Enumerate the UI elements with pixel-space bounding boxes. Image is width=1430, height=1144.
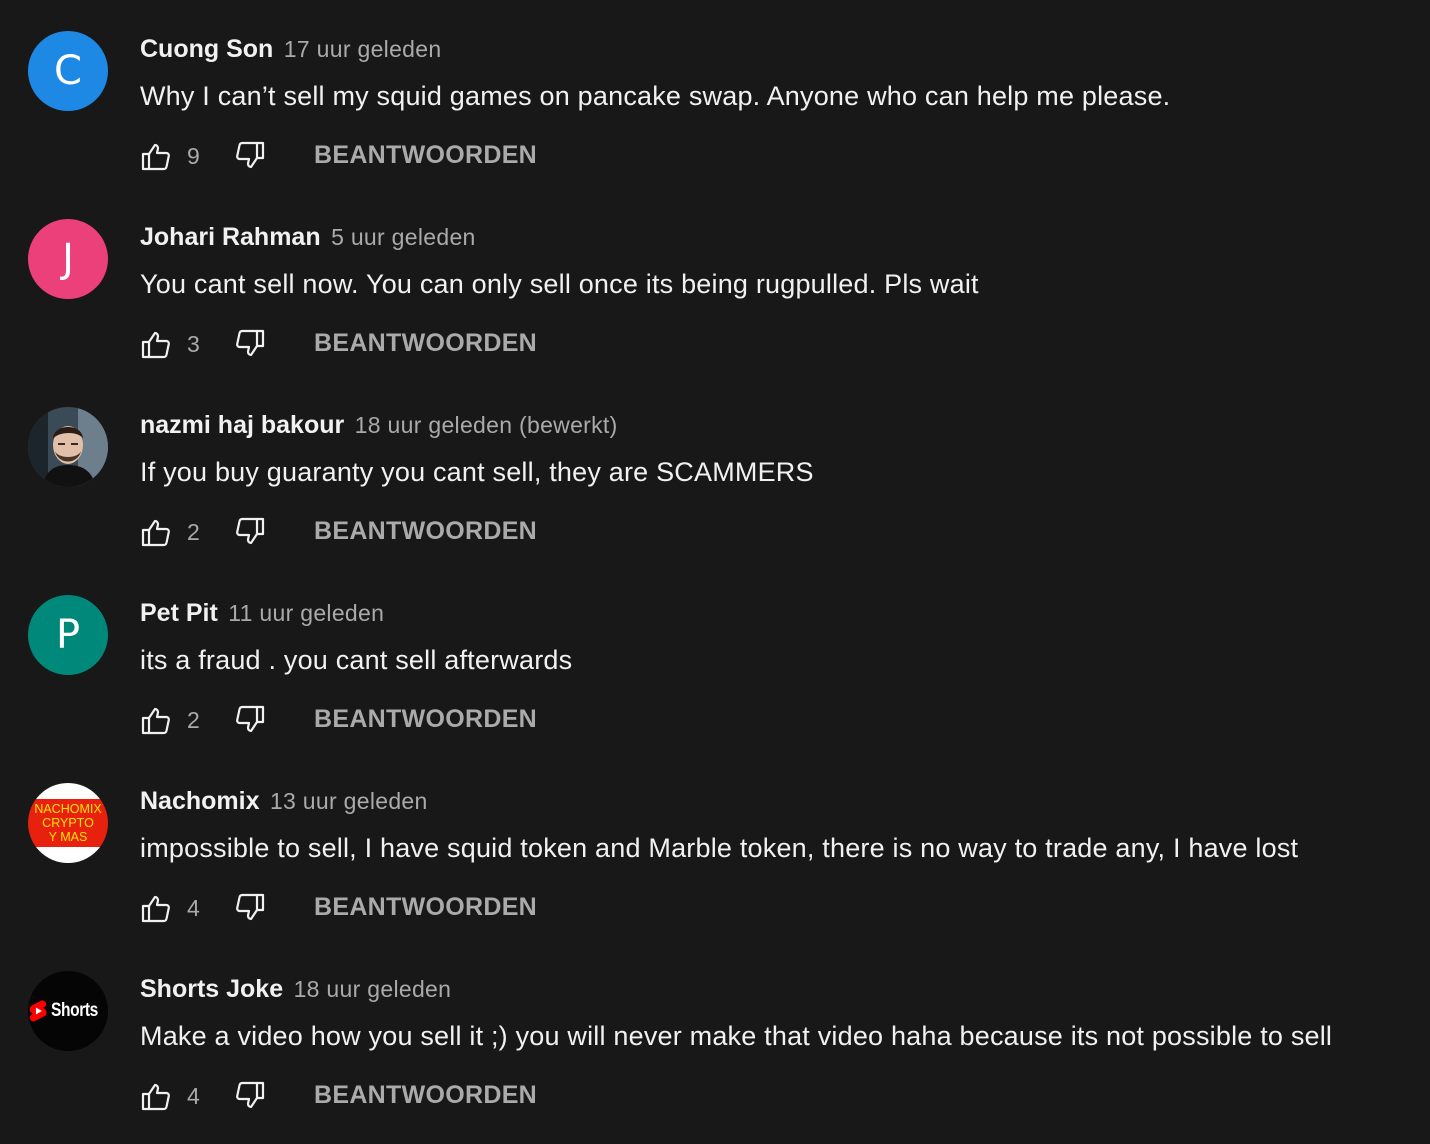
dislike-icon[interactable] <box>234 328 266 360</box>
comment-time[interactable]: 17 uur geleden <box>284 36 442 62</box>
dislike-icon[interactable] <box>234 140 266 172</box>
like-count: 2 <box>187 707 200 733</box>
author-name[interactable]: Shorts Joke <box>140 975 283 1003</box>
reply-button[interactable]: BEANTWOORDEN <box>314 515 537 547</box>
comments-list: C Cuong Son 17 uur geleden Why I can’t s… <box>0 0 1430 1144</box>
comment-text: its a fraud . you cant sell afterwards <box>140 645 573 675</box>
comment-time[interactable]: 11 uur geleden <box>228 600 384 626</box>
avatar-logo-line: CRYPTO <box>42 816 94 830</box>
dislike-icon[interactable] <box>234 516 266 548</box>
like-count: 4 <box>187 1083 200 1109</box>
comment-actions: 9 BEANTWOORDEN <box>140 136 560 176</box>
author-name[interactable]: Johari Rahman <box>140 223 321 251</box>
comment-text: Why I can’t sell my squid games on panca… <box>140 81 1171 111</box>
shorts-label: Shorts <box>50 1000 98 1021</box>
reply-button[interactable]: BEANTWOORDEN <box>314 139 537 171</box>
comment-text: impossible to sell, I have squid token a… <box>140 833 1299 863</box>
like-icon[interactable] <box>140 328 172 360</box>
author-name[interactable]: Cuong Son <box>140 35 273 63</box>
reply-button[interactable]: BEANTWOORDEN <box>314 1079 537 1111</box>
comment-actions: 3 BEANTWOORDEN <box>140 324 560 364</box>
dislike-icon[interactable] <box>234 704 266 736</box>
like-icon[interactable] <box>140 1080 172 1112</box>
comment: nazmi haj bakour 18 uur geleden (bewerkt… <box>0 376 1430 564</box>
like-count: 4 <box>187 895 200 921</box>
comment-actions: 4 BEANTWOORDEN <box>140 1076 560 1116</box>
comment-actions: 4 BEANTWOORDEN <box>140 888 560 928</box>
avatar[interactable] <box>28 407 108 487</box>
comment: NACHOMIX CRYPTO Y MAS Nachomix 13 uur ge… <box>0 752 1430 940</box>
shorts-logo-icon <box>29 1000 47 1022</box>
avatar[interactable]: P <box>28 595 108 675</box>
comment-header: Johari Rahman 5 uur geleden <box>140 221 476 257</box>
avatar-letter: P <box>55 612 81 658</box>
comment-time[interactable]: 18 uur geleden (bewerkt) <box>355 412 618 438</box>
comment-text: You cant sell now. You can only sell onc… <box>140 269 979 299</box>
reply-button[interactable]: BEANTWOORDEN <box>314 703 537 735</box>
comment-header: Nachomix 13 uur geleden <box>140 785 428 821</box>
comment-text: Make a video how you sell it ;) you will… <box>140 1021 1333 1051</box>
like-count: 9 <box>187 143 200 169</box>
like-icon[interactable] <box>140 892 172 924</box>
avatar[interactable]: NACHOMIX CRYPTO Y MAS <box>28 783 108 863</box>
avatar[interactable]: J <box>28 219 108 299</box>
comment-header: Shorts Joke 18 uur geleden <box>140 973 451 1009</box>
dislike-icon[interactable] <box>234 892 266 924</box>
avatar-logo-line: NACHOMIX <box>34 802 102 816</box>
comment-header: nazmi haj bakour 18 uur geleden (bewerkt… <box>140 409 618 445</box>
comment: C Cuong Son 17 uur geleden Why I can’t s… <box>0 0 1430 188</box>
avatar[interactable]: Shorts <box>28 971 108 1051</box>
author-name[interactable]: nazmi haj bakour <box>140 411 344 439</box>
comment: J Johari Rahman 5 uur geleden You cant s… <box>0 188 1430 376</box>
dislike-icon[interactable] <box>234 1080 266 1112</box>
avatar-logo-line: Y MAS <box>48 830 88 844</box>
reply-button[interactable]: BEANTWOORDEN <box>314 327 537 359</box>
avatar-letter: J <box>62 236 74 282</box>
comment-text: If you buy guaranty you cant sell, they … <box>140 457 814 487</box>
comment-actions: 2 BEANTWOORDEN <box>140 700 560 740</box>
like-icon[interactable] <box>140 516 172 548</box>
comment-time[interactable]: 18 uur geleden <box>294 976 452 1002</box>
like-count: 2 <box>187 519 200 545</box>
comment-time[interactable]: 13 uur geleden <box>270 788 428 814</box>
avatar-letter: C <box>54 48 82 94</box>
author-name[interactable]: Nachomix <box>140 787 259 815</box>
comment: P Pet Pit 11 uur geleden its a fraud . y… <box>0 564 1430 752</box>
avatar[interactable]: C <box>28 31 108 111</box>
comment-header: Pet Pit 11 uur geleden <box>140 597 384 633</box>
like-icon[interactable] <box>140 140 172 172</box>
author-name[interactable]: Pet Pit <box>140 599 218 627</box>
reply-button[interactable]: BEANTWOORDEN <box>314 891 537 923</box>
comment-header: Cuong Son 17 uur geleden <box>140 33 441 69</box>
comment-actions: 2 BEANTWOORDEN <box>140 512 560 552</box>
like-count: 3 <box>187 331 200 357</box>
person-photo-icon <box>28 407 108 487</box>
comment-time[interactable]: 5 uur geleden <box>331 224 476 250</box>
comment: Shorts Shorts Joke 18 uur geleden Make a… <box>0 940 1430 1128</box>
like-icon[interactable] <box>140 704 172 736</box>
